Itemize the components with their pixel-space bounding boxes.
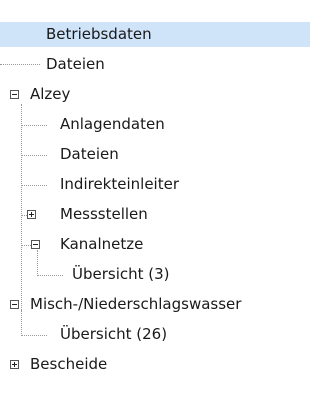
tree-item-dateien-alzey[interactable]: Dateien <box>0 142 335 167</box>
tree-item-indirekteinleiter[interactable]: Indirekteinleiter <box>0 172 335 197</box>
tree-item-label: Dateien <box>46 55 105 73</box>
expand-icon[interactable] <box>27 210 36 219</box>
tree-item-uebersicht-misch[interactable]: Übersicht (26) <box>0 322 335 347</box>
tree-item-betriebsdaten[interactable]: Betriebsdaten <box>0 22 310 47</box>
tree-item-label: Übersicht (26) <box>60 325 168 343</box>
tree-item-label: Betriebsdaten <box>46 25 152 43</box>
tree-item-label: Kanalnetze <box>60 235 144 253</box>
expand-icon[interactable] <box>10 360 19 369</box>
tree-item-anlagendaten[interactable]: Anlagendaten <box>0 112 335 137</box>
tree-item-bescheide[interactable]: Bescheide <box>0 352 335 377</box>
tree-item-alzey[interactable]: Alzey <box>0 82 335 107</box>
tree-item-misch-niederschlagswasser[interactable]: Misch-/Niederschlagswasser <box>0 292 335 317</box>
tree-item-label: Misch-/Niederschlagswasser <box>30 295 242 313</box>
tree-view: Betriebsdaten Dateien Alzey Anlagendaten… <box>0 0 335 396</box>
tree-item-label: Anlagendaten <box>60 115 165 133</box>
collapse-icon[interactable] <box>10 300 19 309</box>
tree-item-kanalnetze[interactable]: Kanalnetze <box>0 232 335 257</box>
tree-item-label: Indirekteinleiter <box>60 175 179 193</box>
tree-item-label: Bescheide <box>30 355 108 373</box>
tree-item-label: Übersicht (3) <box>72 265 170 283</box>
tree-item-messstellen[interactable]: Messstellen <box>0 202 335 227</box>
collapse-icon[interactable] <box>10 90 19 99</box>
tree-item-label: Dateien <box>60 145 119 163</box>
tree-item-label: Alzey <box>30 85 71 103</box>
tree-item-label: Messstellen <box>60 205 148 223</box>
tree-item-dateien[interactable]: Dateien <box>0 52 335 77</box>
tree-item-uebersicht-kanalnetze[interactable]: Übersicht (3) <box>0 262 335 287</box>
collapse-icon[interactable] <box>31 240 40 249</box>
